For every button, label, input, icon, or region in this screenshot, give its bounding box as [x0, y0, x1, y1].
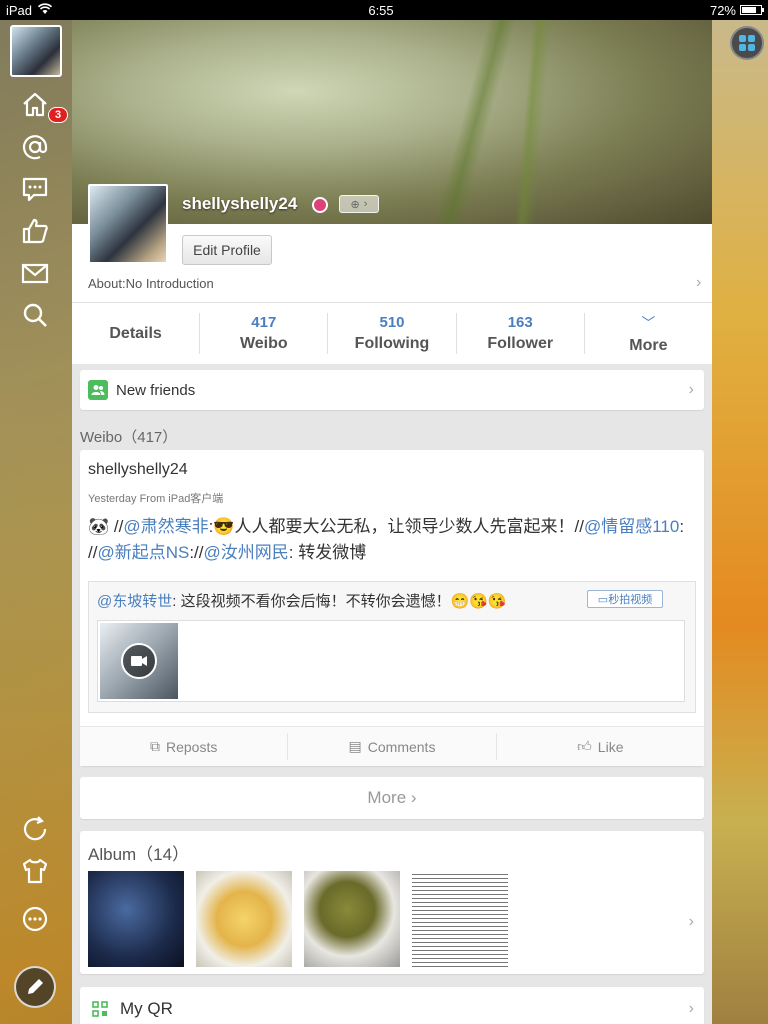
profile-panel: shellyshelly24 ⊕ › Edit Profile About:No … [72, 20, 712, 1024]
album-photo[interactable] [412, 871, 508, 967]
profile-username: shellyshelly24 [182, 194, 298, 213]
tab-weibo[interactable]: 417 Weibo [200, 313, 329, 354]
refresh-icon[interactable] [16, 810, 54, 848]
stats-bar: Details 417 Weibo 510 Following 163 Foll… [72, 302, 712, 364]
cover-photo[interactable] [72, 20, 712, 224]
album-photo[interactable] [304, 871, 400, 967]
video-camera-icon [121, 643, 157, 679]
video-tag[interactable]: ▭ 秒拍视频 [587, 590, 663, 608]
device-label: iPad [6, 2, 33, 18]
emoji-icon: 🐼 [88, 517, 110, 536]
chevron-down-icon: ﹀ [641, 314, 656, 331]
level-chip[interactable]: ⊕ › [339, 195, 379, 213]
clock: 6:55 [368, 2, 394, 18]
more-posts-button[interactable]: More › [80, 777, 704, 819]
comment-button[interactable]: ▤ Comments [288, 733, 497, 760]
status-bar: iPad 6:55 72% [0, 0, 768, 20]
album-photo[interactable] [196, 871, 292, 967]
compose-button[interactable] [14, 966, 56, 1008]
new-friends-row[interactable]: New friends › [80, 370, 704, 410]
tab-details[interactable]: Details [72, 313, 201, 354]
battery-icon [740, 5, 764, 15]
home-badge: 3 [48, 107, 68, 123]
like-button[interactable]: 👍︎ Like [497, 733, 704, 760]
chevron-right-icon: › [410, 788, 417, 807]
like-icon[interactable] [16, 212, 54, 250]
album-photo[interactable] [88, 871, 184, 967]
chevron-right-icon: › [363, 198, 368, 210]
media-frame [97, 620, 685, 702]
post-username[interactable]: shellyshelly24 [88, 461, 188, 479]
mention-link[interactable]: @汝州网民 [204, 543, 289, 562]
mention-link[interactable]: @新起点NS [97, 543, 189, 562]
post-meta: Yesterday From iPad客户端 [88, 493, 224, 505]
chevron-right-icon: › [688, 381, 694, 398]
chevron-right-icon: › [688, 913, 694, 930]
more-options-icon[interactable] [16, 900, 54, 938]
right-strip [712, 20, 768, 1024]
video-thumbnail[interactable] [100, 623, 178, 699]
battery-percent: 72% [709, 2, 736, 18]
tab-following[interactable]: 510 Following [328, 313, 457, 354]
app-grid-button[interactable] [730, 26, 764, 60]
my-qr-row[interactable]: My QR › [80, 987, 704, 1024]
repost-button[interactable]: ⧉ Reposts [80, 733, 289, 760]
grid-icon [739, 35, 755, 51]
search-icon[interactable] [16, 296, 54, 334]
mention-link[interactable]: @东坡转世 [97, 593, 172, 610]
sidebar-avatar[interactable] [10, 25, 62, 77]
tab-more[interactable]: ﹀ More [585, 313, 712, 354]
album-card[interactable]: Album（14） › [80, 831, 704, 974]
mention-link[interactable]: @肃然寒非 [123, 517, 208, 536]
mail-icon[interactable] [16, 254, 54, 292]
post-text: 🐼 //@肃然寒非:😎人人都要大公无私，让领导少数人先富起来！//@情留感110… [88, 517, 685, 562]
weibo-section-title: Weibo（417） [80, 429, 178, 446]
album-title: Album（14） [88, 845, 190, 864]
mention-icon[interactable] [16, 128, 54, 166]
mention-link[interactable]: @情留感110 [584, 517, 679, 536]
friends-icon [88, 380, 108, 400]
repost-box[interactable]: @东坡转世: 这段视频不看你会后悔！不转你会遗憾！😁😘😘 ▭ 秒拍视频 [88, 581, 696, 713]
chevron-right-icon: › [688, 1000, 694, 1017]
profile-avatar[interactable] [88, 184, 168, 264]
weibo-post[interactable]: shellyshelly24 Yesterday From iPad客户端 🐼 … [80, 450, 704, 766]
qr-code-icon [92, 1001, 108, 1017]
skin-shirt-icon[interactable] [16, 852, 54, 890]
repost-icon: ⧉ [149, 738, 160, 754]
post-actions: ⧉ Reposts ▤ Comments 👍︎ Like [80, 726, 704, 766]
comment-icon: ▤ [348, 738, 362, 754]
member-badge-icon [312, 197, 328, 213]
left-sidebar: 3 [0, 20, 72, 1024]
thumbs-up-icon: 👍︎ [577, 738, 592, 754]
wifi-icon [37, 2, 53, 18]
level-icon: ⊕ [350, 198, 360, 211]
edit-profile-button[interactable]: Edit Profile [182, 235, 272, 265]
tab-follower[interactable]: 163 Follower [457, 313, 585, 354]
comment-icon[interactable] [16, 170, 54, 208]
about-text[interactable]: About:No Introduction [88, 276, 214, 291]
repost-text: @东坡转世: 这段视频不看你会后悔！不转你会遗憾！😁😘😘 [97, 593, 507, 610]
video-icon: ▭ [597, 593, 609, 606]
chevron-right-icon: › [696, 274, 702, 291]
pencil-icon [28, 979, 43, 994]
